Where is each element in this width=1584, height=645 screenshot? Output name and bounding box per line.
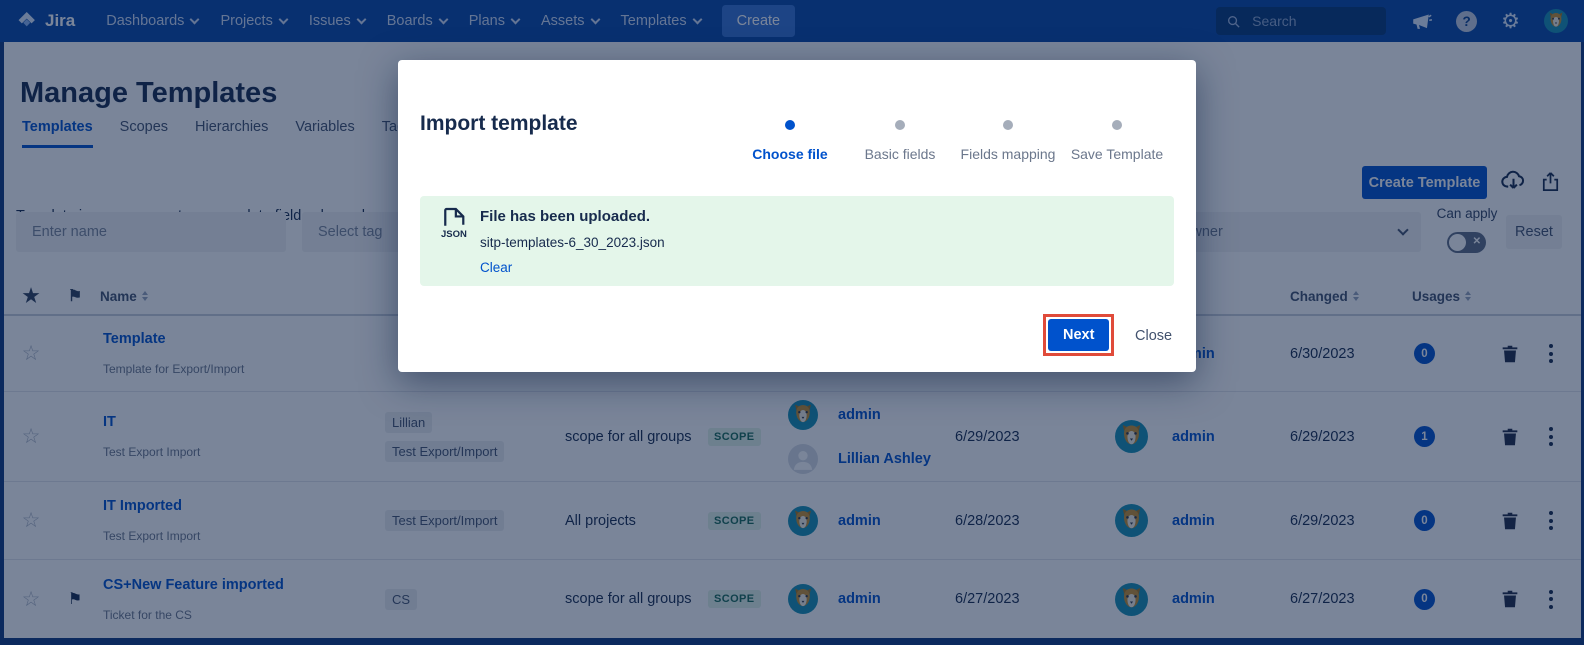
step-label: Save Template [1061, 146, 1173, 162]
import-template-modal: Import template Choose file Basic fields… [398, 60, 1196, 372]
step-dot [1112, 120, 1122, 130]
step-label: Basic fields [844, 146, 956, 162]
modal-title: Import template [420, 112, 578, 136]
next-button-highlight: Next [1043, 314, 1114, 356]
clear-link[interactable]: Clear [480, 260, 512, 275]
step-label: Choose file [734, 146, 846, 162]
step-label: Fields mapping [952, 146, 1064, 162]
step-save-template: Save Template [1061, 120, 1173, 162]
close-button[interactable]: Close [1135, 328, 1172, 344]
step-dot [895, 120, 905, 130]
step-choose-file: Choose file [734, 120, 846, 162]
step-fields-mapping: Fields mapping [952, 120, 1064, 162]
step-dot [785, 120, 795, 130]
upload-message: File has been uploaded. [480, 208, 650, 225]
json-file-icon-label: JSON [441, 229, 467, 238]
step-dot [1003, 120, 1013, 130]
app-window: Jira Dashboards Projects Issues Boards P… [0, 0, 1584, 645]
step-basic-fields: Basic fields [844, 120, 956, 162]
uploaded-filename: sitp-templates-6_30_2023.json [480, 235, 665, 250]
next-button[interactable]: Next [1048, 319, 1109, 351]
json-file-icon: JSON [441, 206, 467, 238]
upload-success-panel: JSON File has been uploaded. sitp-templa… [420, 196, 1174, 286]
